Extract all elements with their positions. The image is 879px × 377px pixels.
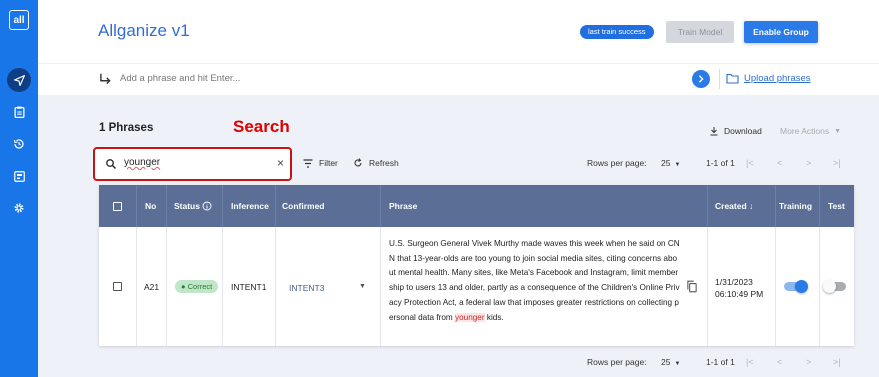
search-input[interactable]: younger (124, 157, 160, 168)
row-checkbox[interactable] (113, 282, 122, 291)
col-created[interactable]: Created ↓ (715, 201, 753, 211)
rows-per-page-label: Rows per page: (587, 158, 647, 168)
settings-icon (14, 203, 24, 213)
status-label: Correct (187, 282, 213, 291)
row-no: A21 (144, 282, 160, 292)
sidebar-item-history[interactable] (7, 132, 31, 156)
test-toggle[interactable] (823, 280, 846, 293)
col-inference: Inference (231, 201, 269, 211)
sort-down-icon: ↓ (749, 201, 754, 211)
add-phrase-bar: Add a phrase and hit Enter... Upload phr… (38, 64, 879, 95)
col-confirmed: Confirmed (282, 201, 325, 211)
download-button[interactable]: Download (709, 126, 762, 136)
sidebar-item-settings[interactable] (7, 196, 31, 220)
sidebar-item-clipboard[interactable] (7, 100, 31, 124)
caret-down-icon: ▼ (834, 127, 842, 135)
sidebar-item-dashboard[interactable] (7, 164, 31, 188)
toggle-knob (823, 280, 836, 293)
phrases-table: No Status Inference Confirmed Phrase Cre… (99, 185, 854, 346)
col-created-label: Created (715, 201, 747, 211)
filter-label: Filter (319, 158, 338, 168)
submit-phrase-button[interactable] (692, 70, 710, 88)
history-icon (13, 139, 24, 149)
phrases-count: 1 Phrases (99, 122, 154, 134)
more-actions-button[interactable]: More Actions ▼ (780, 126, 841, 136)
chevron-right-icon (698, 75, 704, 83)
phrase-text: U.S. Surgeon General Vivek Murthy made w… (389, 239, 680, 322)
download-icon (710, 127, 718, 136)
status-badge: ● Correct (175, 280, 219, 293)
rows-per-page-select[interactable]: 25 ▼ (661, 158, 680, 168)
refresh-icon (354, 158, 362, 167)
next-page-icon[interactable]: > (806, 158, 811, 168)
train-status-badge: last train success (580, 25, 654, 39)
table-header: No Status Inference Confirmed Phrase Cre… (99, 185, 854, 227)
next-page-icon[interactable]: > (806, 357, 811, 367)
enable-group-button[interactable]: Enable Group (744, 21, 818, 43)
created-time: 06:10:49 PM (715, 289, 764, 299)
rows-per-page-select[interactable]: 25 ▼ (661, 357, 680, 367)
col-test: Test (828, 201, 845, 211)
dashboard-icon (13, 170, 25, 182)
created-date: 1/31/2023 (715, 277, 753, 287)
clipboard-icon (13, 106, 25, 118)
clear-search-icon[interactable]: × (277, 156, 284, 170)
upload-phrases-link[interactable]: Upload phrases (744, 73, 811, 84)
row-created: 1/31/2023 06:10:49 PM (715, 276, 763, 300)
prev-page-icon[interactable]: < (777, 158, 782, 168)
col-no: No (145, 201, 157, 211)
first-page-icon[interactable]: |< (746, 357, 754, 367)
divider (719, 69, 720, 89)
add-phrase-input[interactable]: Add a phrase and hit Enter... (120, 73, 240, 84)
caret-down-icon: ▼ (359, 283, 366, 290)
sidebar-item-send[interactable] (7, 68, 31, 92)
row-inference: INTENT1 (231, 282, 267, 292)
search-icon (106, 159, 116, 169)
search-annotation: Search (233, 117, 290, 136)
training-toggle[interactable] (784, 280, 808, 293)
page-title: Allganize v1 (98, 21, 190, 40)
rows-per-page-value: 25 (661, 158, 671, 168)
app-logo[interactable]: all (9, 10, 29, 30)
enter-arrow-icon (100, 73, 111, 85)
more-actions-label: More Actions (780, 126, 830, 136)
last-page-icon[interactable]: >| (833, 158, 841, 168)
confirmed-intent-select[interactable]: INTENT3 ▼ (289, 283, 366, 293)
phrase-text-end: kids. (484, 312, 504, 322)
toggle-knob (795, 280, 808, 293)
search-box[interactable]: younger × (93, 147, 292, 181)
rows-per-page-value: 25 (661, 357, 671, 367)
col-training: Training (779, 201, 813, 211)
col-phrase: Phrase (389, 201, 418, 211)
col-status-label: Status (174, 201, 200, 211)
caret-down-icon: ▼ (674, 361, 681, 367)
rows-per-page-label: Rows per page: (587, 357, 647, 367)
filter-icon (303, 158, 313, 168)
search-highlight: younger (455, 312, 485, 322)
train-model-button[interactable]: Train Model (666, 21, 734, 43)
folder-icon (726, 73, 739, 84)
prev-page-icon[interactable]: < (777, 357, 782, 367)
download-label: Download (724, 126, 762, 136)
copy-icon[interactable] (686, 280, 698, 293)
page-range: 1-1 of 1 (706, 357, 735, 367)
col-status: Status (174, 201, 212, 211)
send-icon (13, 74, 25, 86)
page-header: Allganize v1 last train success Train Mo… (38, 0, 879, 64)
row-phrase[interactable]: U.S. Surgeon General Vivek Murthy made w… (389, 237, 681, 325)
refresh-button[interactable]: Refresh (353, 158, 399, 168)
page-range: 1-1 of 1 (706, 158, 735, 168)
info-icon[interactable] (202, 201, 212, 211)
filter-button[interactable]: Filter (303, 158, 338, 168)
confirmed-intent-value: INTENT3 (289, 283, 325, 293)
last-page-icon[interactable]: >| (833, 357, 841, 367)
sidebar: all (0, 0, 38, 377)
caret-down-icon: ▼ (674, 162, 681, 168)
select-all-checkbox[interactable] (113, 202, 122, 211)
first-page-icon[interactable]: |< (746, 158, 754, 168)
refresh-label: Refresh (369, 158, 399, 168)
